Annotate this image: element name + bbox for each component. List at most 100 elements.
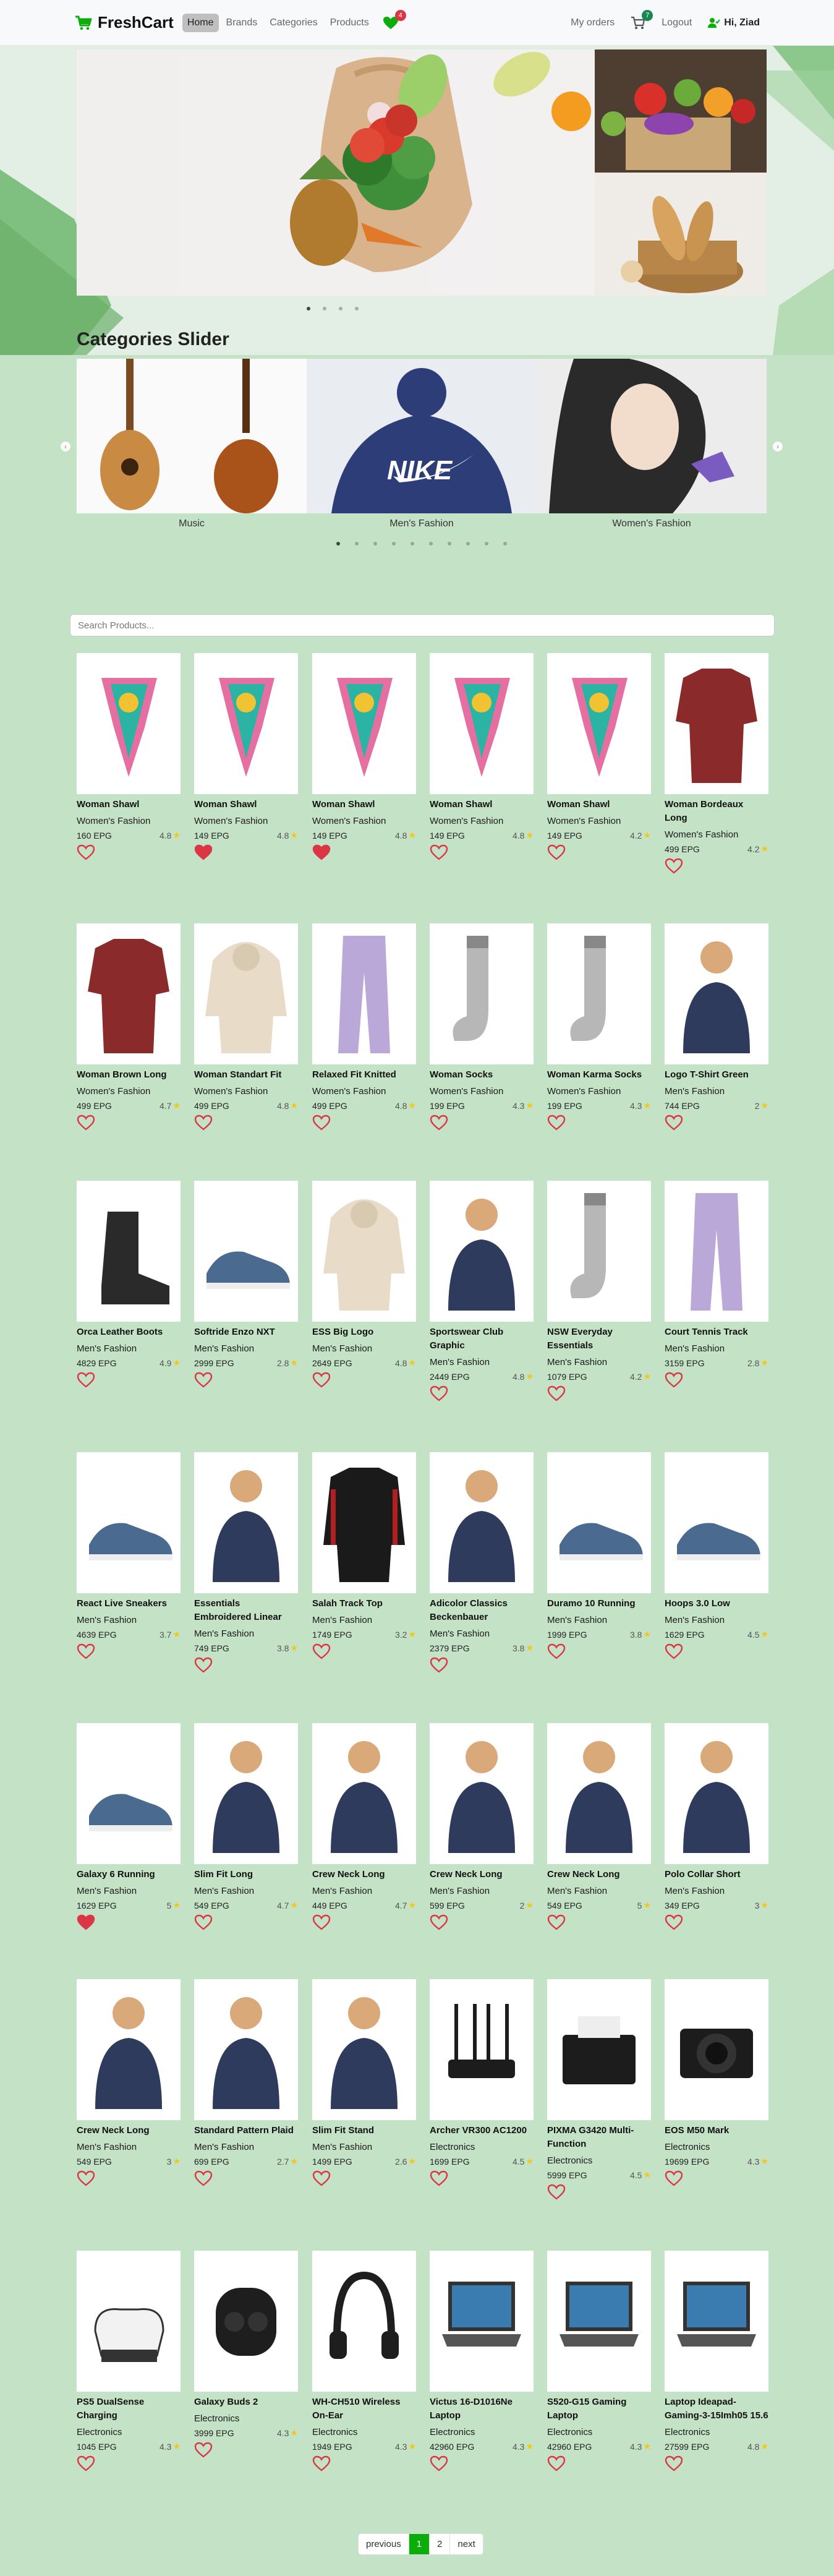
heart-icon[interactable]: [547, 1115, 566, 1131]
page-1-button[interactable]: 1: [409, 2534, 430, 2554]
product-card[interactable]: WH-CH510 Wireless On-Ear Electronics 1949 …: [312, 2251, 416, 2475]
heart-icon[interactable]: [312, 2170, 331, 2186]
brand[interactable]: FreshCart: [74, 13, 174, 32]
product-card[interactable]: Crew Neck Long Men's Fashion 549 EPG 5 ★: [547, 1723, 651, 1933]
product-image[interactable]: [665, 1979, 768, 2120]
product-card[interactable]: Duramo 10 Running Men's Fashion 1999 EPG 3.…: [547, 1452, 651, 1662]
nav-brands[interactable]: Brands: [221, 14, 263, 32]
product-card[interactable]: Hoops 3.0 Low Men's Fashion 1629 EPG 4.5 ★: [665, 1452, 768, 1662]
category-slider-dot[interactable]: [429, 542, 433, 546]
heart-icon[interactable]: [194, 1657, 213, 1673]
product-image[interactable]: [665, 653, 768, 794]
product-image[interactable]: [430, 2251, 534, 2392]
cart-button[interactable]: 7: [631, 9, 653, 30]
product-card[interactable]: NSW Everyday Essentials Men's Fashion 1079…: [547, 1181, 651, 1405]
heart-icon[interactable]: [430, 1914, 448, 1930]
product-image[interactable]: [547, 1723, 651, 1864]
product-image[interactable]: [547, 1181, 651, 1322]
slider-dot[interactable]: [323, 307, 326, 310]
heart-icon[interactable]: [430, 2455, 448, 2471]
product-image[interactable]: [194, 923, 298, 1064]
product-image[interactable]: [430, 1979, 534, 2120]
product-card[interactable]: Woman Shawl Women's Fashion 149 EPG 4.8 ★: [430, 653, 534, 863]
product-card[interactable]: Crew Neck Long Men's Fashion 599 EPG 2 ★: [430, 1723, 534, 1933]
heart-icon[interactable]: [194, 1115, 213, 1131]
user-menu[interactable]: Hi, Ziad: [708, 17, 760, 28]
product-image[interactable]: [547, 1979, 651, 2120]
heart-icon[interactable]: [312, 2455, 331, 2471]
category-slider-dot[interactable]: [485, 542, 488, 546]
product-card[interactable]: Crew Neck Long Men's Fashion 449 EPG 4.7 ★: [312, 1723, 416, 1933]
product-card[interactable]: Woman Shawl Women's Fashion 149 EPG 4.2 ★: [547, 653, 651, 863]
product-card[interactable]: Galaxy Buds 2 Electronics 3999 EPG 4.3 ★: [194, 2251, 298, 2461]
product-card[interactable]: Woman Shawl Women's Fashion 149 EPG 4.8 ★: [312, 653, 416, 863]
product-card[interactable]: PS5 DualSense Charging Electronics 1045 EP…: [77, 2251, 181, 2475]
product-card[interactable]: Woman Bordeaux Long Women's Fashion 499 EP…: [665, 653, 768, 877]
product-image[interactable]: [665, 2251, 768, 2392]
product-image[interactable]: [430, 923, 534, 1064]
heart-icon[interactable]: [547, 1385, 566, 1401]
heart-icon[interactable]: [430, 1657, 448, 1673]
category-slider-dot[interactable]: [392, 542, 396, 546]
next-page-button[interactable]: next: [450, 2534, 482, 2554]
heart-icon[interactable]: [430, 1385, 448, 1401]
product-image[interactable]: [430, 1723, 534, 1864]
product-card[interactable]: Slim Fit Long Men's Fashion 549 EPG 4.7 ★: [194, 1723, 298, 1933]
heart-icon[interactable]: [312, 1115, 331, 1131]
heart-icon[interactable]: [194, 2170, 213, 2186]
heart-icon[interactable]: [547, 1643, 566, 1659]
heart-icon[interactable]: [547, 2184, 566, 2200]
hero-side-bread[interactable]: [595, 173, 767, 296]
product-card[interactable]: Essentials Embroidered Linear Men's Fashi…: [194, 1452, 298, 1676]
slider-dot[interactable]: [355, 307, 359, 310]
product-card[interactable]: Woman Shawl Women's Fashion 160 EPG 4.8 ★: [77, 653, 181, 863]
product-image[interactable]: [312, 1723, 416, 1864]
heart-icon[interactable]: [312, 844, 331, 860]
product-image[interactable]: [312, 1452, 416, 1593]
product-image[interactable]: [430, 1452, 534, 1593]
product-image[interactable]: [547, 1452, 651, 1593]
product-card[interactable]: Adicolor Classics Beckenbauer Men's Fashi…: [430, 1452, 534, 1676]
heart-icon[interactable]: [312, 1643, 331, 1659]
search-input[interactable]: [70, 614, 775, 636]
category-card-music[interactable]: [77, 359, 307, 513]
product-card[interactable]: Polo Collar Short Men's Fashion 349 EPG 3 ★: [665, 1723, 768, 1933]
product-card[interactable]: Laptop Ideapad-Gaming-3-15Imh05 15.6 Elec…: [665, 2251, 768, 2475]
product-image[interactable]: [547, 653, 651, 794]
category-slider-dot[interactable]: [411, 542, 414, 546]
heart-icon[interactable]: [77, 844, 95, 860]
heart-icon[interactable]: [547, 1914, 566, 1930]
slider-dot[interactable]: [339, 307, 343, 310]
product-image[interactable]: [430, 1181, 534, 1322]
heart-icon[interactable]: [430, 844, 448, 860]
heart-icon[interactable]: [665, 1372, 683, 1388]
product-image[interactable]: [312, 2251, 416, 2392]
hero-main-slide[interactable]: [77, 49, 595, 296]
product-card[interactable]: Woman Socks Women's Fashion 199 EPG 4.3 ★: [430, 923, 534, 1134]
product-image[interactable]: [665, 1723, 768, 1864]
previous-page-button[interactable]: previous: [359, 2534, 409, 2554]
product-image[interactable]: [77, 653, 181, 794]
product-image[interactable]: [665, 923, 768, 1064]
category-slider-dot[interactable]: [373, 542, 377, 546]
product-card[interactable]: Sportswear Club Graphic Men's Fashion 2449…: [430, 1181, 534, 1405]
prev-arrow-button[interactable]: ‹: [61, 442, 70, 451]
product-card[interactable]: Standard Pattern Plaid Men's Fashion 699 E…: [194, 1979, 298, 2189]
product-image[interactable]: [194, 1181, 298, 1322]
heart-icon[interactable]: [665, 1914, 683, 1930]
heart-icon[interactable]: [77, 1115, 95, 1131]
product-card[interactable]: Galaxy 6 Running Men's Fashion 1629 EPG 5 ★: [77, 1723, 181, 1933]
heart-icon[interactable]: [194, 1914, 213, 1930]
category-card-womens-fashion[interactable]: [537, 359, 767, 513]
heart-icon[interactable]: [194, 1372, 213, 1388]
product-image[interactable]: [77, 1723, 181, 1864]
category-slider-dot[interactable]: [355, 542, 359, 546]
product-image[interactable]: [77, 1979, 181, 2120]
product-image[interactable]: [194, 1452, 298, 1593]
wishlist-button[interactable]: 4: [383, 9, 406, 30]
heart-icon[interactable]: [547, 2455, 566, 2471]
logout-link[interactable]: Logout: [657, 14, 697, 32]
product-card[interactable]: Woman Brown Long Women's Fashion 499 EPG 4.…: [77, 923, 181, 1134]
heart-icon[interactable]: [430, 1115, 448, 1131]
category-card-mens-fashion[interactable]: NIKE: [307, 359, 537, 513]
